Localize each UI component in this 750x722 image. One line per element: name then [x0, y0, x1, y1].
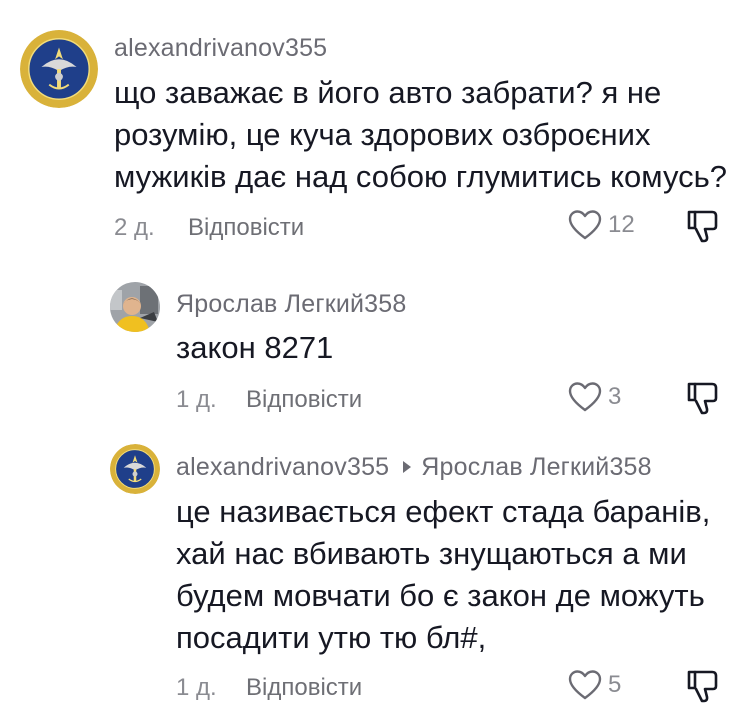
comment-text: що заважає в його авто забрати? я не роз…	[114, 72, 727, 198]
avatar[interactable]	[20, 30, 98, 108]
intelligence-emblem-icon	[110, 444, 160, 494]
like-button[interactable]: 5	[568, 669, 621, 701]
like-count: 5	[608, 671, 622, 698]
dislike-button[interactable]	[686, 380, 720, 421]
comment-line: посадити утю тю бл#,	[176, 620, 487, 655]
like-count: 12	[608, 211, 635, 238]
comment-line: будем мовчати бо є закон де можуть	[176, 578, 705, 613]
comment-text: це називається ефект стада баранів, хай …	[176, 491, 710, 659]
user-photo-avatar	[110, 282, 160, 332]
reply-arrow-icon	[403, 460, 412, 473]
comment-line: мужиків дає над собою глумитись комусь?	[114, 159, 727, 194]
thumbs-down-icon	[687, 382, 718, 415]
reply-button[interactable]: Відповісти	[246, 386, 362, 414]
reply-button[interactable]: Відповісти	[246, 674, 362, 702]
comment-username[interactable]: alexandrivanov355	[114, 34, 327, 63]
comment-line: закон 8271	[176, 330, 334, 365]
reply-button[interactable]: Відповісти	[188, 214, 304, 242]
comment-username[interactable]: Ярослав Легкий358	[176, 290, 407, 319]
heart-icon	[568, 210, 602, 240]
thumbs-down-icon	[687, 670, 718, 703]
comment-username-row: alexandrivanov355 Ярослав Легкий358	[176, 453, 652, 482]
heart-icon	[568, 670, 602, 700]
comment-timestamp: 1 д.	[176, 674, 217, 701]
like-count: 3	[608, 383, 622, 410]
like-button[interactable]: 3	[568, 381, 621, 413]
comment-username[interactable]: alexandrivanov355	[176, 453, 389, 481]
comment-line: це називається ефект стада баранів,	[176, 494, 711, 529]
comment-timestamp: 1 д.	[176, 386, 217, 413]
heart-icon	[568, 382, 602, 412]
comment-timestamp: 2 д.	[114, 214, 155, 241]
comment-line: хай нас вбивають знущаються а ми	[176, 536, 687, 571]
thumbs-down-icon	[687, 210, 718, 243]
like-button[interactable]: 12	[568, 209, 635, 241]
comment-line: що заважає в його авто забрати? я не	[114, 75, 662, 110]
comment-text: закон 8271	[176, 327, 333, 369]
avatar[interactable]	[110, 444, 160, 494]
reply-to-username[interactable]: Ярослав Легкий358	[421, 453, 652, 481]
avatar[interactable]	[110, 282, 160, 332]
dislike-button[interactable]	[686, 668, 720, 709]
intelligence-emblem-icon	[20, 30, 98, 108]
comment-line: розумію, це куча здорових озброєних	[114, 117, 651, 152]
dislike-button[interactable]	[686, 208, 720, 249]
